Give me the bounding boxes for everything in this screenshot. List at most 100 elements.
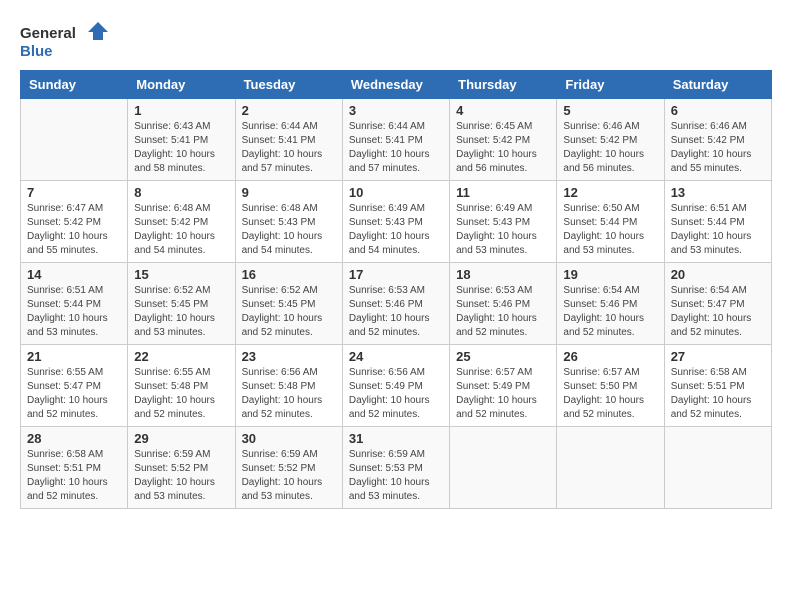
calendar-cell: 23 Sunrise: 6:56 AMSunset: 5:48 PMDayligh… (235, 345, 342, 427)
day-info: Sunrise: 6:44 AMSunset: 5:41 PMDaylight:… (349, 120, 443, 176)
calendar-table: SundayMondayTuesdayWednesdayThursdayFrid… (20, 70, 772, 509)
calendar-cell (664, 427, 771, 509)
day-number: 17 (349, 267, 443, 282)
calendar-cell: 29 Sunrise: 6:59 AMSunset: 5:52 PMDayligh… (128, 427, 235, 509)
calendar-cell: 26Sunrise: 6:57 AMSunset: 5:50 PMDayligh… (557, 345, 664, 427)
day-info: Sunrise: 6:46 AMSunset: 5:42 PMDaylight:… (563, 120, 657, 176)
day-info: Sunrise: 6:44 AMSunset: 5:41 PMDaylight:… (242, 120, 336, 176)
day-info: Sunrise: 6:49 AMSunset: 5:43 PMDaylight:… (456, 202, 550, 258)
day-number: 19 (563, 267, 657, 282)
day-number: 6 (671, 103, 765, 118)
weekday-header: Monday (128, 71, 235, 99)
day-info: Sunrise: 6:58 AMSunset: 5:51 PMDaylight:… (671, 366, 765, 422)
calendar-cell: 11 Sunrise: 6:49 AMSunset: 5:43 PMDayligh… (450, 181, 557, 263)
day-info: Sunrise: 6:48 AMSunset: 5:43 PMDaylight:… (242, 202, 336, 258)
day-number: 8 (134, 185, 228, 200)
day-number: 22 (134, 349, 228, 364)
day-info: Sunrise: 6:56 AMSunset: 5:48 PMDaylight:… (242, 366, 336, 422)
calendar-cell: 6 Sunrise: 6:46 AMSunset: 5:42 PMDaylight… (664, 99, 771, 181)
page-header: General Blue (20, 20, 772, 60)
calendar-cell: 19 Sunrise: 6:54 AMSunset: 5:46 PMDayligh… (557, 263, 664, 345)
day-info: Sunrise: 6:46 AMSunset: 5:42 PMDaylight:… (671, 120, 765, 176)
calendar-cell: 16 Sunrise: 6:52 AMSunset: 5:45 PMDayligh… (235, 263, 342, 345)
day-number: 13 (671, 185, 765, 200)
svg-text:General: General (20, 25, 76, 42)
day-number: 31 (349, 431, 443, 446)
day-number: 18 (456, 267, 550, 282)
calendar-cell: 25Sunrise: 6:57 AMSunset: 5:49 PMDayligh… (450, 345, 557, 427)
day-info: Sunrise: 6:59 AMSunset: 5:53 PMDaylight:… (349, 448, 443, 504)
day-info: Sunrise: 6:52 AMSunset: 5:45 PMDaylight:… (134, 284, 228, 340)
day-info: Sunrise: 6:56 AMSunset: 5:49 PMDaylight:… (349, 366, 443, 422)
calendar-cell: 5 Sunrise: 6:46 AMSunset: 5:42 PMDaylight… (557, 99, 664, 181)
day-number: 9 (242, 185, 336, 200)
calendar-cell: 30 Sunrise: 6:59 AMSunset: 5:52 PMDayligh… (235, 427, 342, 509)
calendar-cell: 7 Sunrise: 6:47 AMSunset: 5:42 PMDaylight… (21, 181, 128, 263)
calendar-cell: 12Sunrise: 6:50 AMSunset: 5:44 PMDayligh… (557, 181, 664, 263)
day-info: Sunrise: 6:54 AMSunset: 5:46 PMDaylight:… (563, 284, 657, 340)
day-info: Sunrise: 6:50 AMSunset: 5:44 PMDaylight:… (563, 202, 657, 258)
day-number: 29 (134, 431, 228, 446)
calendar-cell: 31 Sunrise: 6:59 AMSunset: 5:53 PMDayligh… (342, 427, 449, 509)
day-number: 1 (134, 103, 228, 118)
day-number: 4 (456, 103, 550, 118)
calendar-cell: 15 Sunrise: 6:52 AMSunset: 5:45 PMDayligh… (128, 263, 235, 345)
day-info: Sunrise: 6:49 AMSunset: 5:43 PMDaylight:… (349, 202, 443, 258)
day-number: 24 (349, 349, 443, 364)
calendar-cell: 13 Sunrise: 6:51 AMSunset: 5:44 PMDayligh… (664, 181, 771, 263)
calendar-cell: 21Sunrise: 6:55 AMSunset: 5:47 PMDayligh… (21, 345, 128, 427)
calendar-cell: 17Sunrise: 6:53 AMSunset: 5:46 PMDayligh… (342, 263, 449, 345)
day-info: Sunrise: 6:59 AMSunset: 5:52 PMDaylight:… (242, 448, 336, 504)
day-info: Sunrise: 6:43 AMSunset: 5:41 PMDaylight:… (134, 120, 228, 176)
calendar-cell: 3 Sunrise: 6:44 AMSunset: 5:41 PMDaylight… (342, 99, 449, 181)
weekday-header-row: SundayMondayTuesdayWednesdayThursdayFrid… (21, 71, 772, 99)
day-info: Sunrise: 6:59 AMSunset: 5:52 PMDaylight:… (134, 448, 228, 504)
calendar-week-row: 21Sunrise: 6:55 AMSunset: 5:47 PMDayligh… (21, 345, 772, 427)
day-info: Sunrise: 6:55 AMSunset: 5:48 PMDaylight:… (134, 366, 228, 422)
calendar-cell: 22 Sunrise: 6:55 AMSunset: 5:48 PMDayligh… (128, 345, 235, 427)
day-number: 14 (27, 267, 121, 282)
calendar-cell (450, 427, 557, 509)
calendar-cell (21, 99, 128, 181)
weekday-header: Sunday (21, 71, 128, 99)
day-info: Sunrise: 6:57 AMSunset: 5:49 PMDaylight:… (456, 366, 550, 422)
day-info: Sunrise: 6:53 AMSunset: 5:46 PMDaylight:… (456, 284, 550, 340)
day-number: 30 (242, 431, 336, 446)
logo-icon: General Blue (20, 20, 110, 60)
calendar-cell: 24 Sunrise: 6:56 AMSunset: 5:49 PMDayligh… (342, 345, 449, 427)
day-info: Sunrise: 6:58 AMSunset: 5:51 PMDaylight:… (27, 448, 121, 504)
day-info: Sunrise: 6:54 AMSunset: 5:47 PMDaylight:… (671, 284, 765, 340)
weekday-header: Tuesday (235, 71, 342, 99)
calendar-cell: 10Sunrise: 6:49 AMSunset: 5:43 PMDayligh… (342, 181, 449, 263)
calendar-cell: 9 Sunrise: 6:48 AMSunset: 5:43 PMDaylight… (235, 181, 342, 263)
day-number: 23 (242, 349, 336, 364)
day-number: 7 (27, 185, 121, 200)
day-info: Sunrise: 6:45 AMSunset: 5:42 PMDaylight:… (456, 120, 550, 176)
day-info: Sunrise: 6:51 AMSunset: 5:44 PMDaylight:… (27, 284, 121, 340)
day-number: 16 (242, 267, 336, 282)
day-info: Sunrise: 6:47 AMSunset: 5:42 PMDaylight:… (27, 202, 121, 258)
day-info: Sunrise: 6:48 AMSunset: 5:42 PMDaylight:… (134, 202, 228, 258)
day-number: 28 (27, 431, 121, 446)
logo: General Blue (20, 20, 110, 60)
calendar-cell: 14 Sunrise: 6:51 AMSunset: 5:44 PMDayligh… (21, 263, 128, 345)
weekday-header: Thursday (450, 71, 557, 99)
svg-text:Blue: Blue (20, 43, 53, 60)
calendar-cell: 27Sunrise: 6:58 AMSunset: 5:51 PMDayligh… (664, 345, 771, 427)
day-info: Sunrise: 6:52 AMSunset: 5:45 PMDaylight:… (242, 284, 336, 340)
calendar-cell (557, 427, 664, 509)
day-number: 15 (134, 267, 228, 282)
calendar-cell: 4 Sunrise: 6:45 AMSunset: 5:42 PMDaylight… (450, 99, 557, 181)
weekday-header: Wednesday (342, 71, 449, 99)
calendar-cell: 18 Sunrise: 6:53 AMSunset: 5:46 PMDayligh… (450, 263, 557, 345)
calendar-week-row: 7 Sunrise: 6:47 AMSunset: 5:42 PMDaylight… (21, 181, 772, 263)
day-number: 3 (349, 103, 443, 118)
day-number: 2 (242, 103, 336, 118)
weekday-header: Friday (557, 71, 664, 99)
day-number: 11 (456, 185, 550, 200)
calendar-cell: 28 Sunrise: 6:58 AMSunset: 5:51 PMDayligh… (21, 427, 128, 509)
day-info: Sunrise: 6:51 AMSunset: 5:44 PMDaylight:… (671, 202, 765, 258)
day-number: 5 (563, 103, 657, 118)
calendar-cell: 20Sunrise: 6:54 AMSunset: 5:47 PMDayligh… (664, 263, 771, 345)
calendar-week-row: 1 Sunrise: 6:43 AMSunset: 5:41 PMDaylight… (21, 99, 772, 181)
